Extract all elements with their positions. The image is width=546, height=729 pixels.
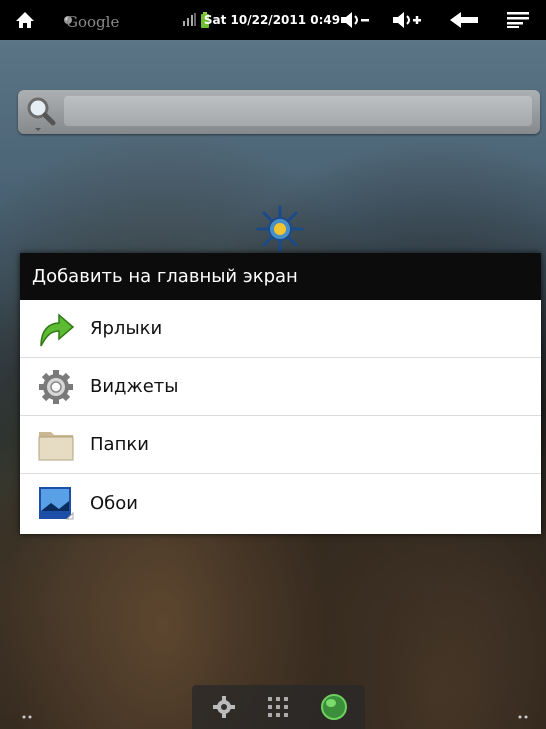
search-icon[interactable] bbox=[24, 95, 56, 131]
app-drawer-icon[interactable] bbox=[264, 693, 292, 721]
signal-icon bbox=[180, 0, 198, 40]
dialog-item-folders[interactable]: Папки bbox=[20, 416, 541, 474]
folder-icon bbox=[36, 425, 76, 465]
dialog-item-label: Ярлыки bbox=[90, 318, 163, 339]
status-datetime: Sat 10/22/2011 0:49 bbox=[203, 13, 341, 27]
volume-down-icon[interactable] bbox=[338, 0, 372, 40]
browser-globe-icon[interactable] bbox=[320, 693, 348, 721]
menu-icon[interactable] bbox=[500, 0, 536, 40]
dialog-item-shortcuts[interactable]: Ярлыки bbox=[20, 300, 541, 358]
sun-star-icon[interactable] bbox=[256, 205, 304, 253]
search-widget[interactable] bbox=[18, 90, 540, 134]
dialog-item-label: Обои bbox=[90, 492, 138, 514]
page-indicator-left[interactable] bbox=[22, 704, 34, 719]
shortcut-arrow-icon bbox=[36, 309, 76, 349]
home-icon[interactable] bbox=[12, 0, 38, 40]
search-input[interactable] bbox=[64, 96, 532, 126]
launcher-dock bbox=[192, 685, 365, 729]
page-indicator-right[interactable] bbox=[518, 704, 530, 719]
dialog-item-wallpapers[interactable]: Обои bbox=[20, 474, 541, 532]
dialog-item-label: Папки bbox=[90, 434, 149, 455]
dialog-item-label: Виджеты bbox=[90, 376, 179, 397]
dialog-title: Добавить на главный экран bbox=[20, 253, 541, 300]
search-placeholder: Google bbox=[66, 13, 120, 31]
wallpaper-icon bbox=[36, 483, 76, 523]
add-to-home-dialog: Добавить на главный экран Ярлыки Виджеты… bbox=[20, 253, 541, 534]
widgets-gear-icon bbox=[36, 367, 76, 407]
back-icon[interactable] bbox=[446, 0, 482, 40]
settings-gear-icon[interactable] bbox=[210, 693, 238, 721]
volume-up-icon[interactable] bbox=[390, 0, 424, 40]
dialog-item-widgets[interactable]: Виджеты bbox=[20, 358, 541, 416]
